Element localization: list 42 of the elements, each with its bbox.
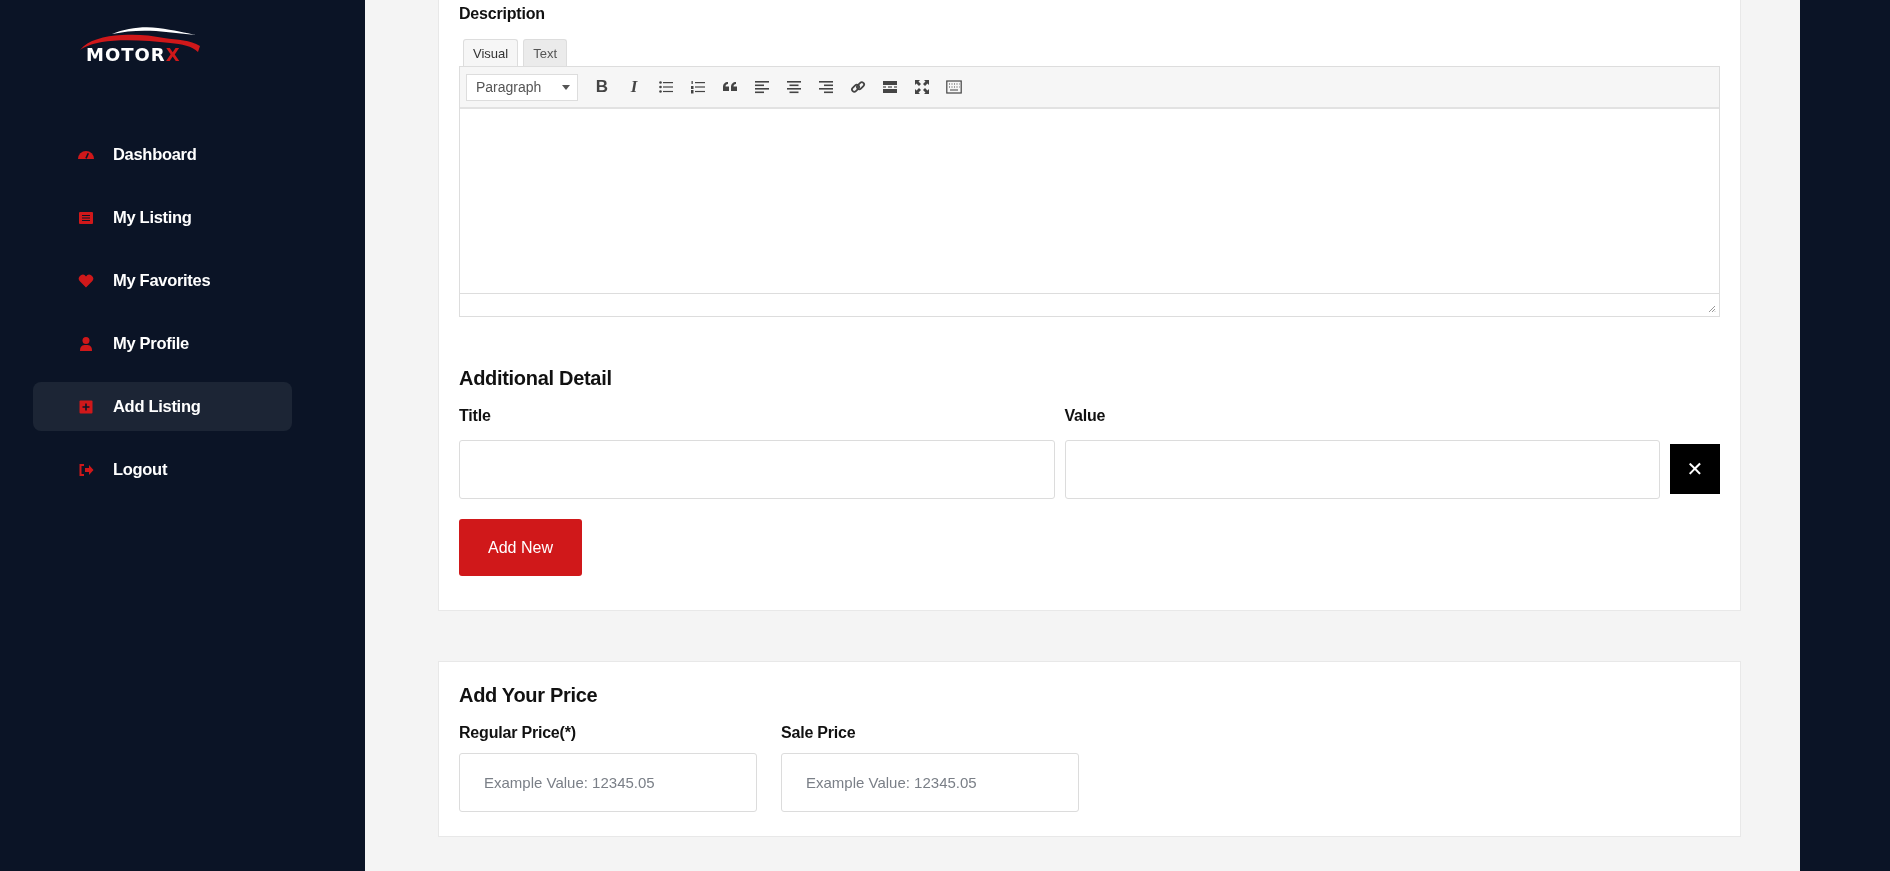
text-input[interactable] [459, 440, 1055, 499]
price-input[interactable]: Example Value: 12345.05 [781, 753, 1079, 812]
sidebar-item[interactable]: My Profile [33, 319, 292, 368]
align-left-icon[interactable] [754, 79, 770, 95]
keyboard-icon[interactable] [946, 79, 962, 95]
format-dropdown[interactable]: Paragraph [466, 73, 578, 101]
section-heading: Additional Detail [459, 367, 613, 390]
resize-handle-icon[interactable] [1708, 305, 1716, 313]
field-label: Value [1064, 406, 1107, 426]
sidebar-item[interactable]: Add Listing [33, 382, 292, 431]
italic-button[interactable]: I [626, 77, 642, 97]
link-icon[interactable] [850, 79, 866, 95]
divider-icon[interactable] [882, 79, 898, 95]
sidebar-item[interactable]: My Favorites [33, 256, 292, 305]
align-right-icon[interactable] [818, 79, 834, 95]
align-center-icon[interactable] [786, 79, 802, 95]
plus-square-icon [78, 398, 94, 415]
caret-icon [562, 84, 570, 90]
list-icon [78, 209, 94, 226]
numbered-list-icon[interactable] [690, 79, 706, 95]
field-label: Title [459, 406, 492, 426]
logo-text: MOTORX [86, 44, 181, 65]
editor-tab[interactable]: Visual [463, 39, 519, 66]
bulleted-list-icon[interactable] [658, 79, 674, 95]
bold-button[interactable]: B [594, 77, 610, 97]
section-heading: Add Your Price [459, 684, 599, 707]
sidebar-item[interactable]: My Listing [33, 193, 292, 242]
price-input[interactable]: Example Value: 12345.05 [459, 753, 757, 812]
editor-tab[interactable]: Text [523, 39, 568, 66]
sidebar-item[interactable]: Logout [33, 445, 292, 494]
field-label: Description [459, 4, 546, 24]
fullscreen-icon[interactable] [914, 79, 930, 95]
gauge-icon [78, 150, 94, 159]
text-input[interactable] [1064, 440, 1660, 499]
field-label: Regular Price(*) [459, 723, 577, 743]
sidebar-item[interactable]: Dashboard [33, 130, 292, 179]
field-label: Sale Price [781, 723, 857, 743]
logout-icon [78, 461, 94, 478]
add-new-button[interactable]: Add New [459, 519, 582, 576]
heart-icon [78, 272, 94, 289]
person-icon [78, 335, 94, 352]
remove-button[interactable]: ✕ [1670, 444, 1720, 494]
